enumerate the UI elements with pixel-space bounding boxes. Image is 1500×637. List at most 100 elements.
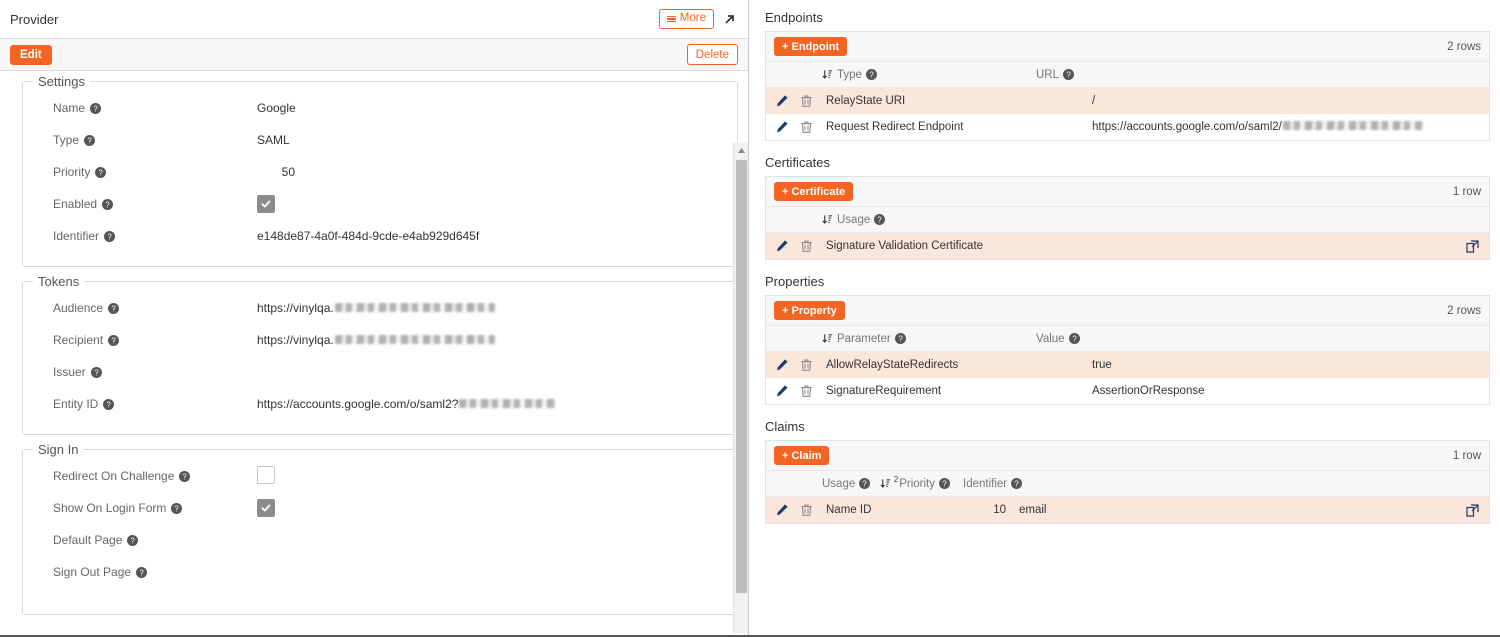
add-claim-button[interactable]: + Claim: [774, 446, 829, 465]
add-endpoint-button[interactable]: + Endpoint: [774, 37, 847, 56]
provider-form-scroll-area: Settings Name ? Google Type ?: [0, 71, 748, 637]
delete-button[interactable]: Delete: [687, 44, 738, 65]
redacted-text: [335, 335, 495, 344]
delete-trash-icon[interactable]: [801, 95, 812, 107]
sort-ascending-icon[interactable]: [822, 69, 833, 80]
field-label-priority: Priority ?: [37, 165, 257, 179]
column-header-type[interactable]: Type ?: [766, 69, 1036, 81]
properties-section: Properties + Property 2 rows Parameter ?: [765, 274, 1490, 405]
help-icon[interactable]: ?: [1069, 333, 1080, 344]
help-icon[interactable]: ?: [103, 399, 114, 410]
delete-trash-icon[interactable]: [801, 121, 812, 133]
svg-text:?: ?: [105, 200, 110, 209]
column-header-url[interactable]: URL ?: [1036, 69, 1489, 81]
help-icon[interactable]: ?: [179, 471, 190, 482]
help-icon[interactable]: ?: [90, 103, 101, 114]
help-icon[interactable]: ?: [102, 199, 113, 210]
provider-detail-screen: Provider More Edit Delete: [0, 0, 1500, 637]
help-icon[interactable]: ?: [108, 335, 119, 346]
table-row[interactable]: SignatureRequirement AssertionOrResponse: [766, 378, 1489, 404]
row-actions: [766, 504, 822, 516]
enabled-checkbox[interactable]: [257, 195, 275, 213]
help-icon[interactable]: ?: [95, 167, 106, 178]
edit-pencil-icon[interactable]: [776, 240, 788, 252]
edit-button[interactable]: Edit: [10, 45, 52, 65]
field-type: Type ? SAML: [37, 124, 723, 156]
vertical-scrollbar[interactable]: [733, 143, 748, 633]
table-row[interactable]: Name ID 10 email: [766, 497, 1489, 523]
help-icon[interactable]: ?: [171, 503, 182, 514]
field-priority: Priority ? 50: [37, 156, 723, 188]
edit-pencil-icon[interactable]: [776, 359, 788, 371]
svg-text:?: ?: [878, 215, 883, 224]
show-on-login-form-checkbox[interactable]: [257, 499, 275, 517]
help-icon[interactable]: ?: [104, 231, 115, 242]
column-header-priority[interactable]: 2 Priority ?: [891, 478, 959, 490]
field-default-page: Default Page ?: [37, 524, 723, 556]
svg-text:?: ?: [131, 536, 136, 545]
table-row[interactable]: RelayState URI /: [766, 88, 1489, 114]
help-icon[interactable]: ?: [108, 303, 119, 314]
svg-text:?: ?: [898, 334, 903, 343]
provider-toolbar: Edit Delete: [0, 38, 748, 71]
delete-trash-icon[interactable]: [801, 359, 812, 371]
edit-pencil-icon[interactable]: [776, 504, 788, 516]
help-icon[interactable]: ?: [1011, 478, 1022, 489]
help-icon[interactable]: ?: [895, 333, 906, 344]
column-header-usage[interactable]: Usage ?: [766, 478, 891, 490]
delete-trash-icon[interactable]: [801, 385, 812, 397]
claims-grid-header: Usage ? 2 Priority ?: [766, 471, 1489, 497]
field-label-recipient: Recipient ?: [37, 333, 257, 347]
edit-pencil-icon[interactable]: [776, 385, 788, 397]
cell-url: /: [1092, 95, 1489, 107]
edit-pencil-icon[interactable]: [776, 95, 788, 107]
sort-order-index: 2: [894, 475, 898, 484]
redacted-text: [459, 399, 556, 408]
help-icon[interactable]: ?: [866, 69, 877, 80]
delete-trash-icon[interactable]: [801, 240, 812, 252]
open-external-icon[interactable]: [1466, 240, 1489, 253]
open-external-icon[interactable]: [1466, 504, 1489, 517]
sort-ascending-icon[interactable]: [822, 333, 833, 344]
help-icon[interactable]: ?: [91, 367, 102, 378]
help-icon[interactable]: ?: [84, 135, 95, 146]
svg-text:?: ?: [94, 368, 99, 377]
scrollbar-thumb[interactable]: [736, 160, 747, 593]
help-icon[interactable]: ?: [939, 478, 950, 489]
help-icon[interactable]: ?: [127, 535, 138, 546]
scroll-up-arrow-icon[interactable]: [734, 143, 748, 158]
field-label-audience: Audience ?: [37, 301, 257, 315]
delete-trash-icon[interactable]: [801, 504, 812, 516]
svg-text:?: ?: [183, 472, 188, 481]
svg-text:?: ?: [139, 568, 144, 577]
row-actions: [766, 121, 822, 133]
table-row[interactable]: AllowRelayStateRedirects true: [766, 352, 1489, 378]
svg-text:?: ?: [107, 232, 112, 241]
redirect-on-challenge-checkbox[interactable]: [257, 466, 275, 484]
expand-arrow-icon[interactable]: [723, 13, 738, 26]
column-header-parameter[interactable]: Parameter ?: [766, 333, 1036, 345]
endpoints-grid: + Endpoint 2 rows Type ? URL: [765, 31, 1490, 141]
add-property-button[interactable]: + Property: [774, 301, 845, 320]
help-icon[interactable]: ?: [874, 214, 885, 225]
edit-pencil-icon[interactable]: [776, 121, 788, 133]
table-row[interactable]: Request Redirect Endpoint https://accoun…: [766, 114, 1489, 140]
table-row[interactable]: Signature Validation Certificate: [766, 233, 1489, 259]
more-button[interactable]: More: [659, 9, 714, 29]
sort-descending-icon[interactable]: [880, 478, 891, 489]
column-header-identifier[interactable]: Identifier ?: [959, 478, 1489, 490]
help-icon[interactable]: ?: [136, 567, 147, 578]
add-certificate-button[interactable]: + Certificate: [774, 182, 853, 201]
column-header-usage[interactable]: Usage ?: [766, 214, 1036, 226]
help-icon[interactable]: ?: [859, 478, 870, 489]
column-header-value[interactable]: Value ?: [1036, 333, 1489, 345]
field-label-type: Type ?: [37, 133, 257, 147]
certificates-grid-toolbar: + Certificate 1 row: [766, 177, 1489, 207]
help-icon[interactable]: ?: [1063, 69, 1074, 80]
sort-ascending-icon[interactable]: [822, 214, 833, 225]
svg-text:?: ?: [1066, 70, 1071, 79]
properties-grid: + Property 2 rows Parameter ? Valu: [765, 295, 1490, 405]
field-audience: Audience ? https://vinylqa.: [37, 292, 723, 324]
row-actions: [766, 359, 822, 371]
field-label-entity-id: Entity ID ?: [37, 397, 257, 411]
